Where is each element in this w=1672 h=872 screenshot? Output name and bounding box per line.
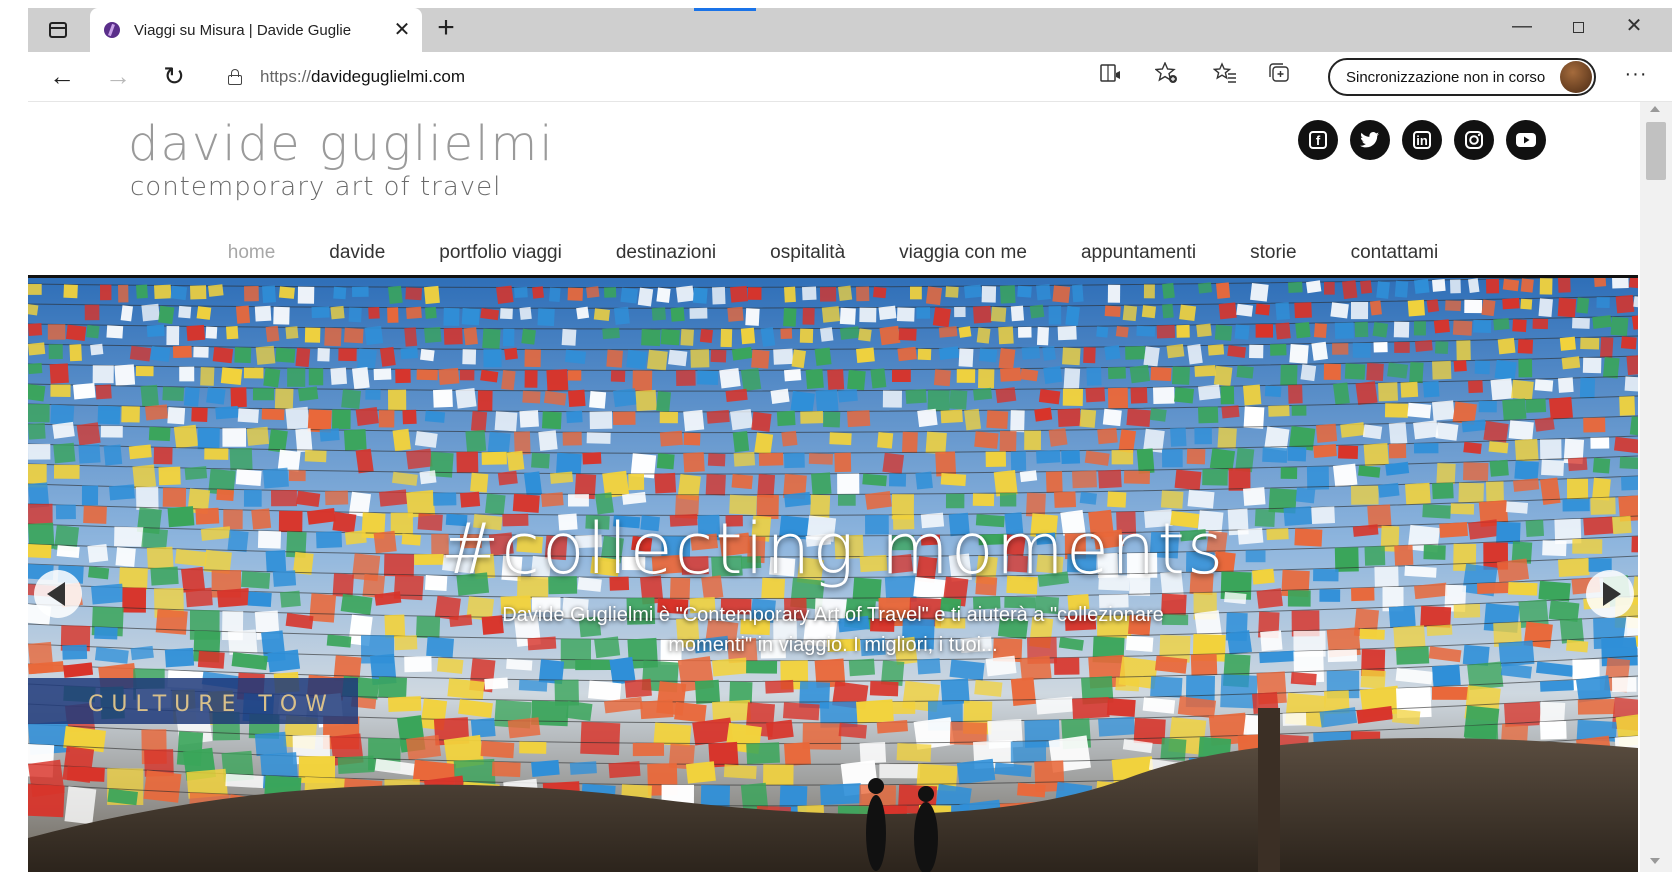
scroll-up-icon[interactable] xyxy=(1650,106,1660,112)
tab-actions-button[interactable] xyxy=(28,8,88,52)
youtube-icon[interactable] xyxy=(1506,120,1546,160)
chevron-right-icon xyxy=(1603,582,1621,606)
site-favicon-icon xyxy=(104,22,120,38)
avatar xyxy=(1560,61,1592,93)
tab-close-icon[interactable]: ✕ xyxy=(392,20,412,40)
window-restore-button[interactable] xyxy=(1550,8,1606,44)
tab-title: Viaggi su Misura | Davide Guglie xyxy=(134,21,352,39)
address-bar[interactable]: https://davideguglielmi.com xyxy=(210,58,1210,96)
main-navigation: home davide portfolio viaggi destinazion… xyxy=(28,232,1638,276)
add-favorite-icon[interactable] xyxy=(1152,61,1182,92)
url-protocol: https:// xyxy=(260,67,312,86)
tab-strip: Viaggi su Misura | Davide Guglie ✕ + — ✕ xyxy=(28,8,1672,52)
back-button[interactable]: ← xyxy=(44,59,80,95)
hero-carousel: CULTURE TOW #collecting moments Davide G… xyxy=(28,278,1638,872)
browser-tab[interactable]: Viaggi su Misura | Davide Guglie ✕ xyxy=(90,8,422,52)
scrollbar-thumb[interactable] xyxy=(1646,122,1666,180)
nav-item-destinazioni[interactable]: destinazioni xyxy=(589,232,743,276)
reading-view-icon[interactable] xyxy=(1096,62,1126,92)
collections-icon[interactable] xyxy=(1264,62,1294,92)
scroll-down-icon[interactable] xyxy=(1650,858,1660,864)
nav-item-appuntamenti[interactable]: appuntamenti xyxy=(1054,232,1223,276)
instagram-icon[interactable] xyxy=(1454,120,1494,160)
hero-description: Davide Guglielmi è "Contemporary Art of … xyxy=(502,604,1164,656)
carousel-next-button[interactable] xyxy=(1586,570,1634,618)
hero-heading: #collecting moments xyxy=(440,508,1226,590)
sync-status-label: Sincronizzazione non in corso xyxy=(1346,68,1546,86)
page-scrollbar[interactable] xyxy=(1640,102,1672,872)
browser-window: Viaggi su Misura | Davide Guglie ✕ + — ✕… xyxy=(28,8,1672,872)
site-logo-title[interactable]: davide guglielmi xyxy=(128,116,555,172)
forward-button[interactable]: → xyxy=(100,59,136,95)
facebook-icon[interactable]: f xyxy=(1298,120,1338,160)
browser-toolbar: ← → ↻ https://davideguglielmi.com Sincro… xyxy=(28,52,1672,102)
hero-image-sign-text: CULTURE TOW xyxy=(88,692,335,717)
new-tab-button[interactable]: + xyxy=(426,8,466,52)
profile-sync-button[interactable]: Sincronizzazione non in corso xyxy=(1328,58,1596,96)
window-close-button[interactable]: ✕ xyxy=(1606,8,1662,44)
nav-item-portfolio-viaggi[interactable]: portfolio viaggi xyxy=(412,232,589,276)
reload-button[interactable]: ↻ xyxy=(156,59,192,95)
tab-actions-icon xyxy=(49,22,67,38)
nav-item-home[interactable]: home xyxy=(201,232,303,276)
chevron-left-icon xyxy=(47,582,65,606)
nav-item-ospitalita[interactable]: ospitalità xyxy=(743,232,872,276)
nav-item-viaggia-con-me[interactable]: viaggia con me xyxy=(872,232,1054,276)
twitter-icon[interactable] xyxy=(1350,120,1390,160)
settings-more-button[interactable]: ··· xyxy=(1618,62,1654,92)
nav-item-storie[interactable]: storie xyxy=(1223,232,1323,276)
site-logo-subtitle: contemporary art of travel xyxy=(130,172,502,202)
nav-item-contattami[interactable]: contattami xyxy=(1324,232,1466,276)
restore-icon xyxy=(1572,22,1584,33)
loading-indicator xyxy=(694,8,756,11)
lock-icon[interactable] xyxy=(228,69,242,85)
social-links: f in xyxy=(1298,120,1546,160)
favorites-icon[interactable] xyxy=(1210,62,1240,92)
linkedin-icon[interactable]: in xyxy=(1402,120,1442,160)
carousel-prev-button[interactable] xyxy=(34,570,82,618)
web-page: davide guglielmi contemporary art of tra… xyxy=(28,102,1672,872)
nav-item-davide[interactable]: davide xyxy=(302,232,412,276)
window-minimize-button[interactable]: — xyxy=(1494,8,1550,44)
url-host: davideguglielmi.com xyxy=(311,67,466,86)
